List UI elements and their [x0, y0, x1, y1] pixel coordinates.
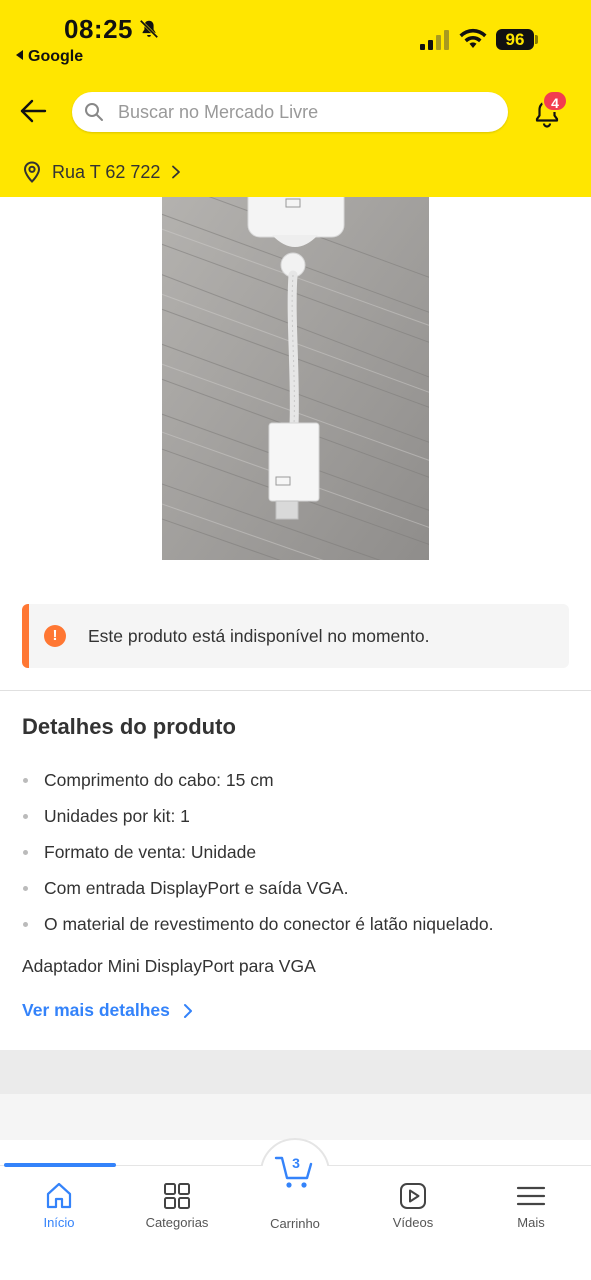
bell-muted-icon — [139, 19, 159, 39]
search-icon — [85, 103, 103, 121]
bullet-icon — [23, 813, 28, 819]
section-separator-light — [0, 1094, 591, 1140]
active-tab-indicator — [4, 1163, 116, 1167]
bullet-icon — [23, 885, 28, 891]
see-more-details-link[interactable]: Ver mais detalhes — [22, 1000, 194, 1021]
search-input[interactable] — [118, 101, 478, 123]
list-item: Unidades por kit: 1 — [22, 798, 572, 834]
location-pin-icon — [23, 161, 41, 183]
home-icon — [46, 1182, 72, 1209]
cellular-signal-icon — [420, 30, 449, 50]
detail-text: O material de revestimento do conector é… — [44, 913, 494, 934]
section-divider — [0, 690, 591, 691]
back-to-google-link[interactable]: Google — [16, 48, 83, 66]
product-photo[interactable] — [162, 197, 429, 560]
back-arrow-icon[interactable] — [18, 96, 48, 126]
nav-label-cart: Carrinho — [270, 1216, 320, 1231]
nav-item-videos[interactable]: Vídeos — [358, 1180, 468, 1230]
nav-item-home[interactable]: Início — [4, 1180, 114, 1230]
notification-badge: 4 — [542, 90, 568, 112]
grid-icon — [164, 1183, 190, 1209]
list-item: Comprimento do cabo: 15 cm — [22, 762, 572, 798]
address-text: Rua T 62 722 — [52, 161, 161, 182]
battery-tip — [535, 35, 538, 44]
wifi-icon — [459, 28, 487, 48]
search-bar[interactable] — [72, 92, 508, 132]
see-more-label: Ver mais detalhes — [22, 1000, 170, 1020]
delivery-address[interactable]: Rua T 62 722 — [22, 158, 182, 186]
detail-text: Formato de venta: Unidade — [44, 841, 257, 862]
back-triangle-icon — [16, 50, 23, 60]
alert-text: Este produto está indisponível no moment… — [88, 625, 430, 646]
list-item: Com entrada DisplayPort e saída VGA. — [22, 870, 572, 906]
cart-count: 3 — [292, 1155, 300, 1171]
chevron-right-icon — [172, 165, 181, 179]
details-title: Detalhes do produto — [22, 714, 236, 739]
detail-text: Com entrada DisplayPort e saída VGA. — [44, 877, 349, 898]
product-description: Adaptador Mini DisplayPort para VGA — [22, 956, 316, 976]
unavailable-alert: ! Este produto está indisponível no mome… — [22, 604, 569, 668]
bullet-icon — [23, 849, 28, 855]
menu-icon — [516, 1186, 546, 1206]
warning-icon: ! — [44, 625, 66, 647]
section-separator — [0, 1050, 591, 1094]
bullet-icon — [23, 921, 28, 927]
battery-level: 96 — [496, 29, 534, 50]
nav-item-categories[interactable]: Categorias — [122, 1180, 232, 1230]
nav-label-more: Mais — [517, 1215, 545, 1230]
bullet-icon — [23, 777, 28, 783]
back-app-label: Google — [28, 48, 84, 65]
chevron-right-icon — [183, 1003, 192, 1018]
status-time: 08:25 — [64, 14, 133, 44]
details-list: Comprimento do cabo: 15 cm Unidades por … — [22, 762, 572, 942]
list-item: O material de revestimento do conector é… — [22, 906, 572, 942]
list-item: Formato de venta: Unidade — [22, 834, 572, 870]
detail-text: Unidades por kit: 1 — [44, 805, 190, 826]
play-icon — [400, 1183, 426, 1209]
nav-label-categories: Categorias — [145, 1215, 209, 1230]
nav-item-more[interactable]: Mais — [476, 1180, 586, 1230]
nav-label-home: Início — [43, 1215, 75, 1230]
detail-text: Comprimento do cabo: 15 cm — [44, 769, 274, 790]
nav-label-videos: Vídeos — [392, 1215, 434, 1230]
